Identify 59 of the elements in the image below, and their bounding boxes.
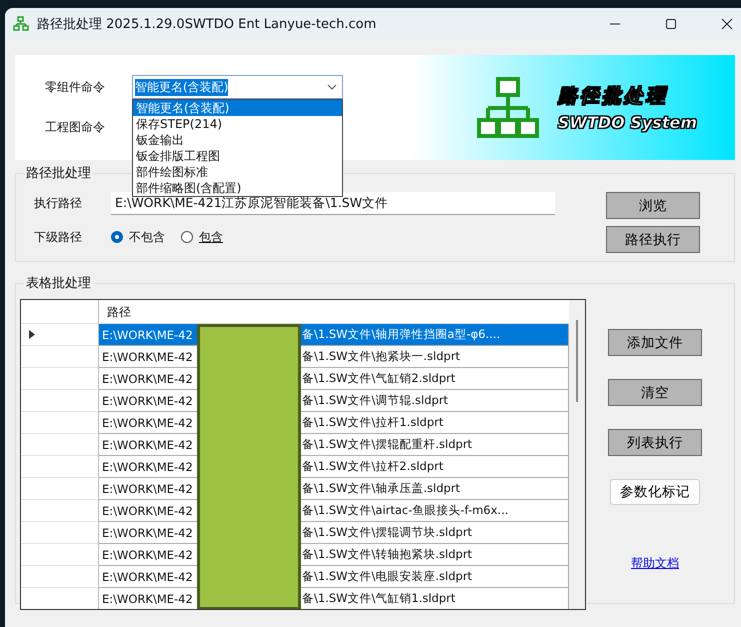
- action-button[interactable]: 添加文件: [608, 329, 702, 356]
- dropdown-option[interactable]: 部件绘图标准: [133, 164, 342, 180]
- radio-button[interactable]: [181, 231, 193, 243]
- maximize-icon[interactable]: [665, 18, 677, 30]
- help-link[interactable]: 帮助文档: [631, 555, 679, 572]
- command-label: 零组件命令: [45, 78, 106, 96]
- dropdown-option[interactable]: 智能更名(含装配): [133, 100, 342, 116]
- table-cell[interactable]: 备\1.SW文件\airtac-鱼眼接头-f-m6x...: [301, 500, 569, 522]
- caret-icon: [327, 84, 337, 90]
- logo-subtitle: SWTDO System: [558, 113, 697, 132]
- field-label: 下级路径: [34, 228, 83, 246]
- action-button[interactable]: 浏览: [606, 192, 700, 219]
- table-cell[interactable]: 备\1.SW文件\转轴抱紧块.sldprt: [301, 544, 569, 566]
- group-title: 表格批处理: [25, 275, 92, 292]
- table-cell[interactable]: 备\1.SW文件\气缸销1.sldprt: [301, 588, 569, 609]
- row-header[interactable]: [21, 346, 99, 368]
- table-cell[interactable]: 备\1.SW文件\调节辊.sldprt: [301, 390, 569, 412]
- close-icon[interactable]: [721, 18, 733, 30]
- row-header[interactable]: [21, 434, 99, 456]
- row-header[interactable]: [21, 566, 99, 588]
- action-button[interactable]: 列表执行: [608, 429, 702, 456]
- row-header[interactable]: [21, 456, 99, 478]
- app-icon: [13, 16, 29, 32]
- dropdown-option[interactable]: 保存STEP(214): [133, 116, 342, 132]
- table-cell[interactable]: 备\1.SW文件\轴承压盖.sldprt: [301, 478, 569, 500]
- action-button[interactable]: 清空: [608, 379, 702, 406]
- command-dropdown[interactable]: 智能更名(含装配): [132, 75, 343, 99]
- row-header[interactable]: [21, 412, 99, 434]
- table-cell[interactable]: 备\1.SW文件\摆辊配重杆.sldprt: [301, 434, 569, 456]
- scrollbar[interactable]: [569, 300, 585, 609]
- table-cell[interactable]: 备\1.SW文件\拉杆1.sldprt: [301, 412, 569, 434]
- row-header[interactable]: [21, 522, 99, 544]
- row-header[interactable]: [21, 478, 99, 500]
- group-title: 路径批处理: [25, 165, 92, 182]
- table-cell[interactable]: 备\1.SW文件\拉杆2.sldprt: [301, 456, 569, 478]
- table-cell[interactable]: 备\1.SW文件\电眼安装座.sldprt: [301, 566, 569, 588]
- table-cell[interactable]: E:\WORK\ME-42: [99, 324, 197, 346]
- table-cell[interactable]: 备\1.SW文件\轴用弹性挡圈a型-φ6....: [301, 324, 569, 346]
- logo-title: 路径批处理: [558, 84, 669, 109]
- row-header[interactable]: [21, 544, 99, 566]
- current-row-icon: [29, 330, 35, 339]
- window-title: 路径批处理 2025.1.29.0SWTDO Ent Lanyue-tech.com: [37, 16, 376, 33]
- table-cell[interactable]: 备\1.SW文件\气缸销2.sldprt: [301, 368, 569, 390]
- action-button[interactable]: 参数化标记: [610, 479, 700, 505]
- row-header[interactable]: [21, 324, 99, 346]
- radio-label: 不包含: [129, 228, 165, 246]
- row-header[interactable]: [21, 368, 99, 390]
- radio-label: 包含: [199, 228, 223, 246]
- table-cell[interactable]: 备\1.SW文件\抱紧块一.sldprt: [301, 346, 569, 368]
- row-header[interactable]: [21, 390, 99, 412]
- table-cell[interactable]: 备\1.SW文件\摆辊调节块.sldprt: [301, 522, 569, 544]
- dropdown-option[interactable]: 钣金输出: [133, 132, 342, 148]
- dropdown-option[interactable]: 钣金排版工程图: [133, 148, 342, 164]
- command-label: 工程图命令: [45, 118, 106, 136]
- action-button[interactable]: 路径执行: [606, 226, 700, 253]
- row-header[interactable]: [21, 500, 99, 522]
- radio-button[interactable]: [111, 231, 123, 243]
- field-label: 执行路径: [34, 194, 83, 212]
- hierarchy-icon: [476, 76, 540, 140]
